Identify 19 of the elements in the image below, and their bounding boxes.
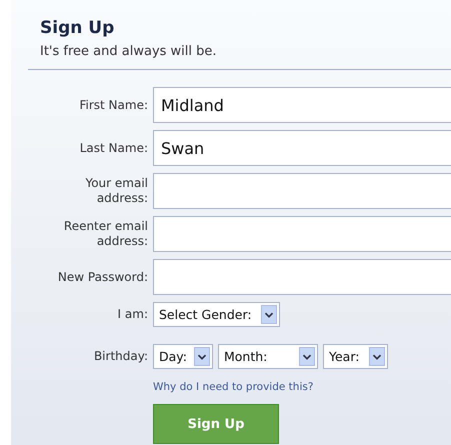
input-field[interactable] (153, 173, 451, 209)
dropdown[interactable]: Day: (153, 344, 213, 369)
field-label: New Password: (58, 270, 148, 284)
dropdown[interactable]: Month: (218, 344, 318, 369)
heading: Sign Up (40, 18, 114, 38)
dropdown[interactable]: Select Gender: (153, 302, 280, 327)
input-field[interactable]: Swan (153, 130, 451, 166)
input-field[interactable] (153, 216, 451, 252)
input-field[interactable] (153, 259, 451, 295)
help-link[interactable]: Why do I need to provide this? (153, 381, 451, 393)
field-label: First Name: (79, 98, 148, 112)
field-label: Birthday: (94, 349, 148, 364)
field-label: Last Name: (80, 140, 148, 156)
dropdown[interactable]: Year: (323, 344, 388, 369)
input-field[interactable]: Midland (153, 87, 451, 123)
field-label: Your email address: (84, 176, 148, 206)
field-label: I am: (118, 307, 148, 322)
subtitle: It's free and always will be. (40, 44, 217, 59)
field-label: Reenter email address: (62, 219, 148, 249)
